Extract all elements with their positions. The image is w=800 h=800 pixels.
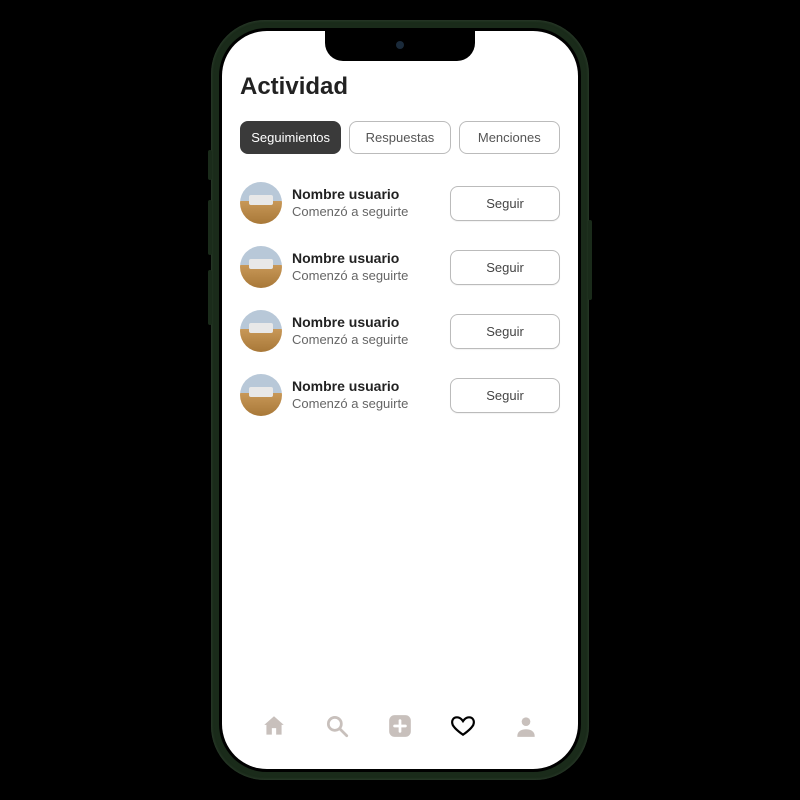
- nav-search[interactable]: [323, 714, 351, 742]
- silence-switch: [208, 150, 212, 180]
- follow-button[interactable]: Seguir: [450, 186, 560, 221]
- search-icon: [324, 713, 350, 744]
- home-icon: [261, 713, 287, 744]
- activity-list: Nombre usuario Comenzó a seguirte Seguir…: [240, 182, 560, 416]
- page-title: Actividad: [240, 73, 560, 101]
- activity-text: Nombre usuario Comenzó a seguirte: [292, 313, 440, 348]
- username-label: Nombre usuario: [292, 313, 440, 331]
- phone-frame: Actividad Seguimientos Respuestas Mencio…: [211, 20, 589, 780]
- follow-button[interactable]: Seguir: [450, 378, 560, 413]
- avatar[interactable]: [240, 374, 282, 416]
- heart-icon: [450, 713, 476, 744]
- activity-subtitle: Comenzó a seguirte: [292, 332, 440, 349]
- screen: Actividad Seguimientos Respuestas Mencio…: [222, 31, 578, 769]
- volume-down-button: [208, 270, 212, 325]
- nav-activity[interactable]: [449, 714, 477, 742]
- activity-subtitle: Comenzó a seguirte: [292, 204, 440, 221]
- activity-subtitle: Comenzó a seguirte: [292, 396, 440, 413]
- phone-inner: Actividad Seguimientos Respuestas Mencio…: [219, 28, 581, 772]
- notch: [325, 31, 475, 61]
- avatar[interactable]: [240, 246, 282, 288]
- activity-text: Nombre usuario Comenzó a seguirte: [292, 377, 440, 412]
- avatar[interactable]: [240, 310, 282, 352]
- activity-item: Nombre usuario Comenzó a seguirte Seguir: [240, 246, 560, 288]
- activity-item: Nombre usuario Comenzó a seguirte Seguir: [240, 374, 560, 416]
- activity-subtitle: Comenzó a seguirte: [292, 268, 440, 285]
- activity-item: Nombre usuario Comenzó a seguirte Seguir: [240, 310, 560, 352]
- activity-item: Nombre usuario Comenzó a seguirte Seguir: [240, 182, 560, 224]
- follow-button[interactable]: Seguir: [450, 314, 560, 349]
- activity-text: Nombre usuario Comenzó a seguirte: [292, 185, 440, 220]
- username-label: Nombre usuario: [292, 249, 440, 267]
- profile-icon: [513, 713, 539, 744]
- tabs: Seguimientos Respuestas Menciones: [240, 121, 560, 154]
- tab-respuestas[interactable]: Respuestas: [349, 121, 450, 154]
- username-label: Nombre usuario: [292, 377, 440, 395]
- plus-icon: [387, 713, 413, 744]
- activity-text: Nombre usuario Comenzó a seguirte: [292, 249, 440, 284]
- avatar[interactable]: [240, 182, 282, 224]
- tab-menciones[interactable]: Menciones: [459, 121, 560, 154]
- tab-seguimientos[interactable]: Seguimientos: [240, 121, 341, 154]
- nav-profile[interactable]: [512, 714, 540, 742]
- username-label: Nombre usuario: [292, 185, 440, 203]
- content-area: Actividad Seguimientos Respuestas Mencio…: [222, 31, 578, 699]
- volume-up-button: [208, 200, 212, 255]
- power-button: [588, 220, 592, 300]
- follow-button[interactable]: Seguir: [450, 250, 560, 285]
- bottom-nav: [222, 699, 578, 769]
- nav-create[interactable]: [386, 714, 414, 742]
- nav-home[interactable]: [260, 714, 288, 742]
